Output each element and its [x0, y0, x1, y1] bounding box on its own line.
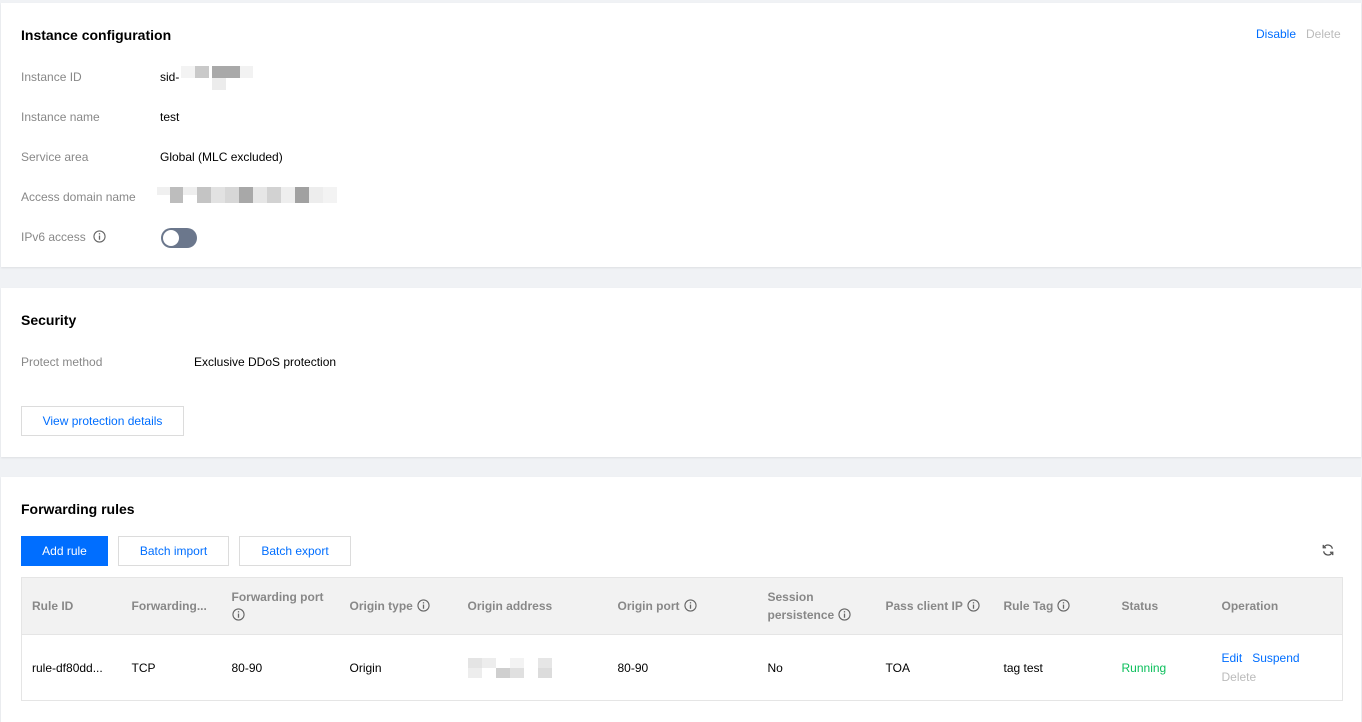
cell-protocol: TCP [131, 660, 156, 675]
info-icon[interactable] [231, 608, 245, 621]
ipv6-toggle[interactable] [161, 228, 197, 248]
origin-address-redacted [467, 657, 554, 678]
cell-session-persistence: No [767, 660, 783, 675]
forwarding-rules-title: Forwarding rules [21, 501, 135, 517]
col-pass-client-ip-label: Pass client IP [885, 599, 963, 613]
cell-rule-tag: tag test [1003, 660, 1043, 675]
access-domain-redacted [157, 187, 339, 203]
table-row: rule-df80dd... TCP 80-90 Origin 80-90 No… [22, 635, 1343, 701]
col-rule-tag: Rule Tag [993, 577, 1112, 635]
forwarding-rules-card: Forwarding rules Add rule Batch import B… [1, 477, 1361, 722]
col-origin-port: Origin port [607, 577, 758, 635]
cell-origin-port: 80-90 [617, 660, 649, 675]
cell-pass-client-ip: TOA [885, 660, 910, 675]
forwarding-rules-table: Rule ID Forwarding... Forwarding port Or… [21, 577, 1343, 701]
cell-origin-type: Origin [349, 660, 382, 675]
info-icon[interactable] [93, 230, 106, 243]
security-card: Security Protect method Exclusive DDoS p… [1, 288, 1361, 457]
col-forwarding-protocol: Forwarding... [121, 577, 222, 635]
col-origin-type: Origin type [339, 577, 458, 635]
protect-method-label: Protect method [21, 355, 103, 369]
view-protection-details-button[interactable]: View protection details [21, 406, 184, 436]
batch-export-button[interactable]: Batch export [239, 536, 351, 566]
cell-operation: Edit Suspend Delete [1212, 635, 1343, 701]
delete-rule-link: Delete [1221, 669, 1257, 684]
instance-id-label: Instance ID [21, 70, 82, 84]
col-forwarding-port: Forwarding port [221, 577, 340, 635]
ipv6-label: IPv6 access [21, 230, 106, 244]
instance-id-value: sid- [160, 70, 180, 84]
col-origin-type-label: Origin type [349, 599, 413, 613]
instance-name-label: Instance name [21, 110, 100, 124]
col-origin-address: Origin address [457, 577, 608, 635]
info-icon[interactable] [838, 608, 851, 621]
instance-config-card: Instance configuration Disable Delete In… [1, 3, 1361, 267]
col-rule-id: Rule ID [21, 577, 122, 635]
protect-method-value: Exclusive DDoS protection [194, 355, 337, 369]
info-icon[interactable] [683, 599, 697, 612]
col-forwarding-port-label: Forwarding port [231, 590, 324, 604]
cell-status: Running [1121, 660, 1167, 675]
suspend-rule-link[interactable]: Suspend [1252, 651, 1299, 665]
instance-config-title: Instance configuration [21, 27, 172, 43]
disable-link[interactable]: Disable [1256, 27, 1296, 41]
add-rule-button[interactable]: Add rule [21, 536, 108, 566]
cell-origin-address [458, 635, 608, 701]
service-area-value: Global (MLC excluded) [160, 150, 283, 164]
col-session-persistence-label: Session persistence [767, 590, 835, 622]
instance-name-value: test [160, 110, 180, 124]
security-title: Security [21, 312, 77, 328]
toggle-knob [163, 230, 179, 246]
access-domain-label: Access domain name [21, 190, 136, 204]
edit-rule-link[interactable]: Edit [1222, 651, 1243, 665]
ipv6-label-text: IPv6 access [21, 230, 86, 244]
refresh-icon[interactable] [1321, 543, 1335, 557]
col-status: Status [1111, 577, 1212, 635]
service-area-label: Service area [21, 150, 89, 164]
delete-instance-link: Delete [1306, 27, 1341, 41]
col-rule-tag-label: Rule Tag [1003, 599, 1054, 613]
cell-rule-id[interactable]: rule-df80dd... [22, 635, 122, 701]
col-operation: Operation [1211, 577, 1343, 635]
info-icon[interactable] [1057, 599, 1070, 612]
batch-import-button[interactable]: Batch import [118, 536, 229, 566]
table-header-row: Rule ID Forwarding... Forwarding port Or… [21, 577, 1343, 635]
cell-forwarding-port: 80-90 [231, 660, 263, 675]
col-session-persistence: Session persistence [757, 577, 876, 635]
col-origin-port-label: Origin port [617, 599, 680, 613]
col-pass-client-ip: Pass client IP [875, 577, 994, 635]
info-icon[interactable] [967, 599, 980, 612]
info-icon[interactable] [417, 599, 430, 612]
instance-id-redacted [181, 66, 253, 90]
